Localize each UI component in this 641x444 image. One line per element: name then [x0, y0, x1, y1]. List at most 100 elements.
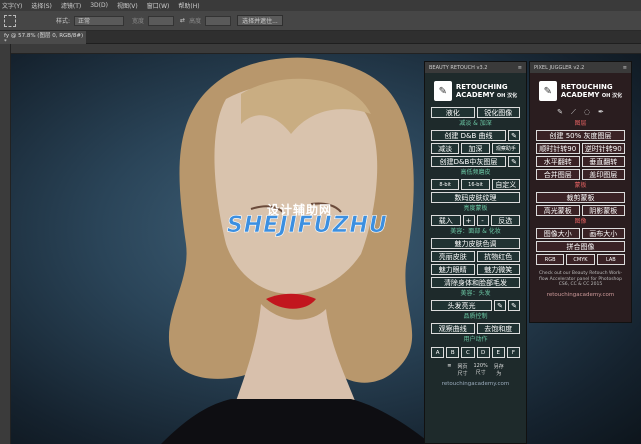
- glamour-eyes-button[interactable]: 魅力眼睛: [431, 264, 475, 275]
- menu-select[interactable]: 选择(S): [31, 1, 52, 10]
- plus-button[interactable]: +: [462, 215, 475, 226]
- panel-menu-icon[interactable]: ≡: [623, 65, 627, 71]
- brush-icon[interactable]: ✎: [508, 300, 520, 311]
- rotate-cw-button[interactable]: 顺时针转90: [536, 143, 580, 154]
- menu-help[interactable]: 帮助(H): [178, 1, 199, 10]
- skin-texture-button[interactable]: 数码皮肤纹理: [431, 192, 520, 203]
- menu-filter[interactable]: 滤镜(T): [61, 1, 81, 10]
- brush-icon[interactable]: ✎: [508, 130, 520, 141]
- helper-button[interactable]: 观察助手: [491, 143, 520, 154]
- lab-button[interactable]: LAB: [596, 254, 625, 265]
- promo-note: Check out our Beauty Retouch Work-flow A…: [538, 271, 623, 287]
- canvas-size-button[interactable]: 画布大小: [581, 228, 625, 239]
- action-c-button[interactable]: C: [461, 347, 475, 358]
- style-value: 正常: [78, 18, 91, 25]
- 8bit-button[interactable]: 8-bit: [431, 179, 460, 190]
- layers-icon[interactable]: ≣: [447, 363, 451, 377]
- panel-title: PIXEL JUGGLER v2.2: [534, 64, 585, 71]
- flip-vertical-button[interactable]: 垂直翻转: [581, 156, 625, 167]
- menu-3d[interactable]: 3D(D): [90, 2, 108, 9]
- create-gray-layer-button[interactable]: 创建 50% 灰度图层: [536, 130, 625, 141]
- load-button[interactable]: 载入: [431, 215, 461, 226]
- logo-icon: ✎: [538, 81, 557, 101]
- horizontal-ruler: [11, 44, 641, 54]
- panel-website[interactable]: retouchingacademy.com: [425, 381, 526, 387]
- flip-horizontal-button[interactable]: 水平翻转: [536, 156, 580, 167]
- glamour-smile-button[interactable]: 魅力微笑: [476, 264, 520, 275]
- document-tab[interactable]: fy @ 57.8% (图层 0, RGB/8#) *: [0, 31, 86, 45]
- section-mask: 蒙板: [574, 182, 587, 189]
- menu-type[interactable]: 文字(Y): [2, 1, 22, 10]
- panel-title: BEAUTY RETOUCH v3.2: [429, 64, 488, 71]
- rgb-button[interactable]: RGB: [536, 254, 565, 265]
- ruler-icon[interactable]: ⟋: [571, 108, 576, 117]
- skin-tone-button[interactable]: 魅力皮肤色调: [431, 238, 520, 249]
- image-size-button[interactable]: 图像大小: [536, 228, 580, 239]
- vertical-ruler: [0, 44, 11, 444]
- section-face: 美容：面部 & 化妆: [450, 228, 501, 235]
- invert-button[interactable]: 反选: [490, 215, 520, 226]
- menu-view[interactable]: 视图(V): [117, 1, 138, 10]
- height-input[interactable]: [205, 15, 232, 26]
- logo-line2: ACADEMY: [560, 90, 600, 99]
- desaturate-button[interactable]: 去饱和度: [476, 323, 520, 334]
- sharpen-button[interactable]: 锐化图像: [476, 107, 520, 118]
- lasso-icon[interactable]: ◌: [584, 108, 590, 117]
- panel-menu-icon[interactable]: ≡: [518, 65, 522, 71]
- style-select[interactable]: 正常: [74, 15, 125, 26]
- action-f-button[interactable]: F: [506, 347, 521, 358]
- pixel-juggler-panel: PIXEL JUGGLER v2.2 ≡ ✎ RETOUCHING ACADEMY …: [529, 61, 632, 323]
- highlight-mask-button[interactable]: 高光蒙板: [536, 205, 580, 216]
- width-input[interactable]: [148, 15, 175, 26]
- remove-hair-button[interactable]: 清除身体和脸部毛发: [431, 277, 520, 288]
- swap-icon[interactable]: ⇄: [180, 17, 185, 24]
- marquee-tool-icon[interactable]: [4, 14, 16, 27]
- action-e-button[interactable]: E: [491, 347, 505, 358]
- dodge-button[interactable]: 减淡: [431, 143, 460, 154]
- panel-website[interactable]: retouchingacademy.com: [530, 292, 631, 298]
- custom-button[interactable]: 自定义: [491, 179, 520, 190]
- menu-window[interactable]: 窗口(W): [147, 1, 170, 10]
- brush-icon[interactable]: ✎: [494, 300, 506, 311]
- clipping-mask-button[interactable]: 裁剪蒙板: [536, 192, 625, 203]
- document-tab-bar: fy @ 57.8% (图层 0, RGB/8#) *: [0, 31, 641, 45]
- brush-icon[interactable]: ✎: [557, 108, 563, 117]
- web-size-button[interactable]: 网页 尺寸: [457, 363, 467, 377]
- create-db-curves-button[interactable]: 创建 D&B 曲线: [431, 130, 506, 141]
- section-dodge-burn: 减淡 & 加深: [459, 120, 492, 127]
- liquify-button[interactable]: 液化: [431, 107, 475, 118]
- action-a-button[interactable]: A: [431, 347, 445, 358]
- brush-icon[interactable]: ✎: [508, 156, 520, 167]
- anti-red-button[interactable]: 抗物红色: [476, 251, 520, 262]
- height-label: 高度: [189, 18, 202, 25]
- save-as-button[interactable]: 另存 为: [494, 363, 504, 377]
- watermark: 设计辅助网 SHEJIFUZHU: [227, 201, 417, 241]
- action-d-button[interactable]: D: [476, 347, 490, 358]
- section-layers: 图层: [574, 120, 587, 127]
- minus-button[interactable]: -: [476, 215, 489, 226]
- logo-line1: RETOUCHING: [455, 82, 508, 91]
- observe-curves-button[interactable]: 观察曲线: [431, 323, 475, 334]
- hair-shine-button[interactable]: 头发亮光: [431, 300, 492, 311]
- rotate-ccw-button[interactable]: 逆时针转90: [581, 143, 625, 154]
- action-b-button[interactable]: B: [446, 347, 460, 358]
- section-image: 图像: [574, 218, 587, 225]
- select-and-mask-button[interactable]: 选择并遮住...: [237, 15, 283, 26]
- bright-skin-button[interactable]: 亮丽皮肤: [431, 251, 475, 262]
- 16bit-button[interactable]: 16-bit: [461, 179, 490, 190]
- pen-icon[interactable]: ✒: [598, 108, 604, 117]
- options-bar: 样式: 正常 宽度 ⇄ 高度 选择并遮住...: [0, 11, 641, 31]
- retouching-academy-logo: ✎ RETOUCHING ACADEMY OH 汉化: [425, 77, 526, 105]
- merge-layers-button[interactable]: 合并图层: [536, 169, 580, 180]
- cmyk-button[interactable]: CMYK: [566, 254, 595, 265]
- section-quality: 品质控制: [463, 313, 488, 320]
- shadow-mask-button[interactable]: 阴影蒙板: [581, 205, 625, 216]
- create-db-gray-layer-button[interactable]: 创建D&B中灰图层: [431, 156, 506, 167]
- flatten-image-button[interactable]: 拼合图像: [536, 241, 625, 252]
- burn-button[interactable]: 加深: [461, 143, 490, 154]
- size-120-button[interactable]: 120% 尺寸: [473, 363, 487, 377]
- section-user-actions: 用户动作: [463, 336, 488, 343]
- logo-icon: ✎: [433, 81, 452, 101]
- stamp-layers-button[interactable]: 盖印图层: [581, 169, 625, 180]
- menu-bar: 文字(Y) 选择(S) 滤镜(T) 3D(D) 视图(V) 窗口(W) 帮助(H…: [0, 0, 641, 11]
